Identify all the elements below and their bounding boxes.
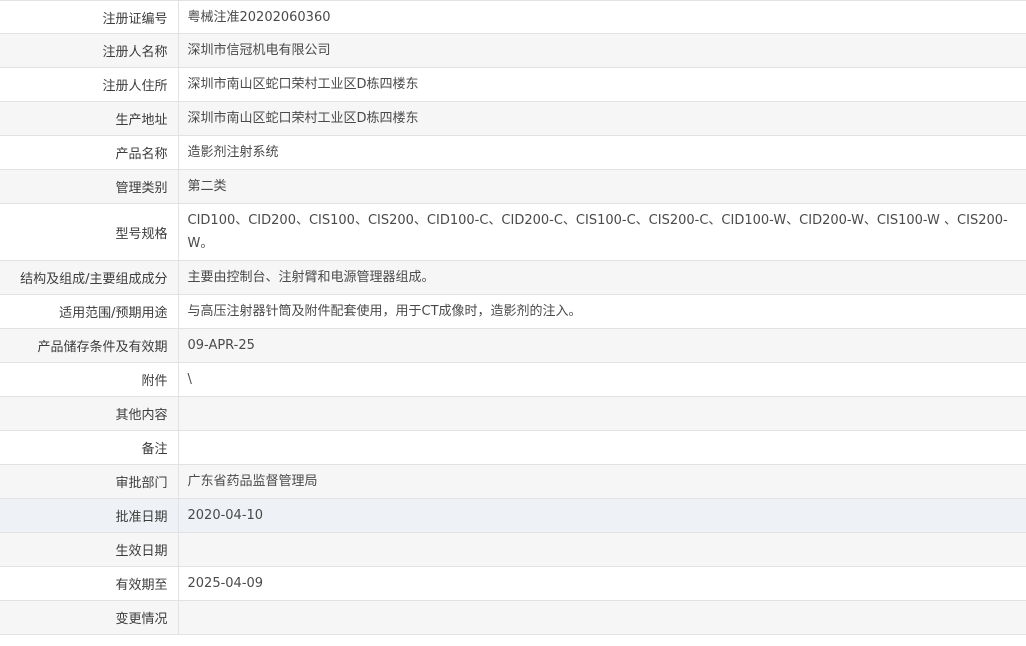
field-value: 深圳市信冠机电有限公司: [187, 43, 331, 58]
table-row-registration-number: 注册证编号 粤械注准20202060360: [0, 0, 1026, 34]
table-row-registrant-name: 注册人名称 深圳市信冠机电有限公司: [0, 33, 1026, 68]
table-row-effective-date: 生效日期: [0, 532, 1026, 567]
table-row-remarks: 备注: [0, 430, 1026, 465]
table-row-other-content: 其他内容: [0, 396, 1026, 431]
field-value: 造影剂注射系统: [187, 145, 279, 160]
field-label: 注册人住所: [0, 67, 179, 102]
field-value: [178, 601, 1026, 635]
field-value: 粤械注准20202060360: [187, 9, 331, 25]
field-value: 深圳市南山区蛇口荣村工业区D栋四楼东: [187, 111, 419, 126]
field-label: 适用范围/预期用途: [0, 294, 179, 329]
field-label: 其他内容: [0, 396, 179, 431]
field-value: 2020-04-10: [187, 508, 264, 523]
field-label: 管理类别: [0, 169, 179, 204]
field-label: 注册人名称: [0, 33, 179, 68]
table-row-model-spec: 型号规格 CID100、CID200、CIS100、CIS200、CID100-…: [0, 203, 1026, 261]
table-row-management-category: 管理类别 第二类: [0, 169, 1026, 204]
field-value: 09-APR-25: [187, 338, 255, 353]
table-row-valid-until: 有效期至 2025-04-09: [0, 566, 1026, 601]
table-row-product-name: 产品名称 造影剂注射系统: [0, 135, 1026, 170]
field-value: \: [187, 372, 192, 387]
table-row-attachment: 附件 \: [0, 362, 1026, 397]
registration-record-table: 注册证编号 粤械注准20202060360 注册人名称 深圳市信冠机电有限公司 …: [0, 0, 1026, 635]
field-value: 第二类: [187, 179, 227, 194]
field-value: 深圳市南山区蛇口荣村工业区D栋四楼东: [187, 77, 419, 92]
field-value: [178, 431, 1026, 465]
table-row-production-address: 生产地址 深圳市南山区蛇口荣村工业区D栋四楼东: [0, 101, 1026, 136]
field-value: CID100、CID200、CIS100、CIS200、CID100-C、CID…: [187, 213, 1008, 251]
table-row-change-status: 变更情况: [0, 600, 1026, 635]
table-row-storage-validity: 产品储存条件及有效期 09-APR-25: [0, 328, 1026, 363]
field-label: 型号规格: [0, 203, 179, 261]
field-value: [178, 533, 1026, 567]
field-label: 结构及组成/主要组成成分: [0, 260, 179, 295]
field-value: [178, 397, 1026, 431]
field-label: 备注: [0, 430, 179, 465]
table-row-structure-composition: 结构及组成/主要组成成分 主要由控制台、注射臂和电源管理器组成。: [0, 260, 1026, 295]
field-label: 变更情况: [0, 600, 179, 635]
field-value: 主要由控制台、注射臂和电源管理器组成。: [187, 270, 435, 285]
field-label: 产品名称: [0, 135, 179, 170]
field-label: 产品储存条件及有效期: [0, 328, 179, 363]
field-value: 2025-04-09: [187, 576, 264, 591]
field-label: 有效期至: [0, 566, 179, 601]
field-label: 生产地址: [0, 101, 179, 136]
table-row-approval-date: 批准日期 2020-04-10: [0, 498, 1026, 533]
field-label: 附件: [0, 362, 179, 397]
field-label: 批准日期: [0, 498, 179, 533]
field-label: 注册证编号: [0, 0, 179, 34]
field-label: 生效日期: [0, 532, 179, 567]
field-label: 审批部门: [0, 464, 179, 499]
field-value: 与高压注射器针筒及附件配套使用，用于CT成像时，造影剂的注入。: [187, 304, 582, 319]
field-value: 广东省药品监督管理局: [187, 474, 318, 489]
table-row-approval-department: 审批部门 广东省药品监督管理局: [0, 464, 1026, 499]
table-row-intended-use: 适用范围/预期用途 与高压注射器针筒及附件配套使用，用于CT成像时，造影剂的注入…: [0, 294, 1026, 329]
table-row-registrant-address: 注册人住所 深圳市南山区蛇口荣村工业区D栋四楼东: [0, 67, 1026, 102]
